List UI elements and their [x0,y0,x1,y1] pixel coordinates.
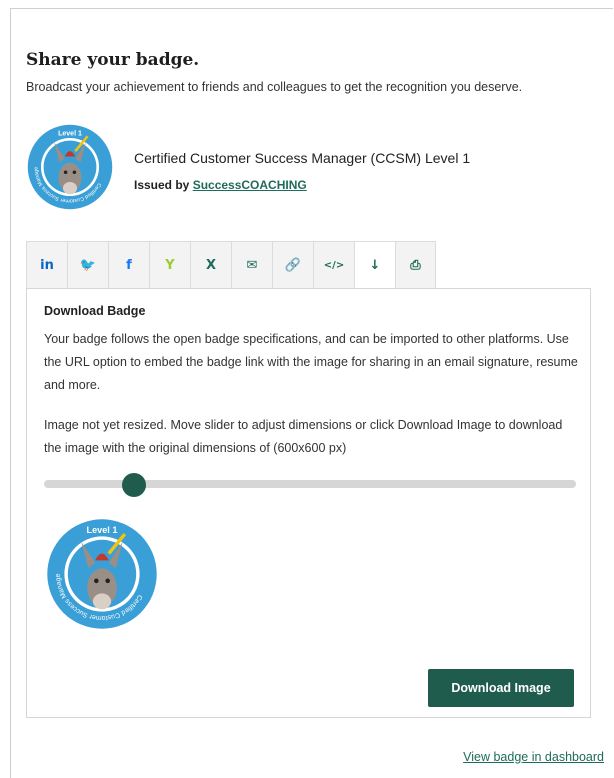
view-dashboard-link[interactable]: View badge in dashboard [463,750,604,764]
tab-link[interactable]: 🔗 [272,241,313,289]
tab-facebook[interactable]: f [108,241,149,289]
badge-issuer-line: Issued by SuccessCOACHING [134,178,307,192]
share-tabs: in 🐦 f Y X ✉ 🔗 </> ↓ ⎙ [26,241,436,289]
download-icon: ↓ [369,257,381,273]
yammer-icon: Y [165,257,175,273]
resize-note: Image not yet resized. Move slider to ad… [44,418,563,455]
tab-email[interactable]: ✉ [231,241,272,289]
email-icon: ✉ [246,257,258,273]
xing-icon: X [205,257,217,273]
size-slider-thumb[interactable] [122,473,147,497]
facebook-icon: f [126,257,132,273]
tab-yammer[interactable]: Y [149,241,190,289]
print-icon: ⎙ [410,257,421,273]
issued-by-label: Issued by [134,178,193,192]
link-icon: 🔗 [284,257,302,273]
download-panel-description: Your badge follows the open badge specif… [44,332,578,392]
download-panel: Download Badge Your badge follows the op… [26,288,591,718]
embed-icon: </> [323,259,345,271]
tab-twitter[interactable]: 🐦 [67,241,108,289]
tab-print[interactable]: ⎙ [395,241,436,289]
badge-preview-level-text: Level 1 [87,525,118,535]
badge-preview-image: Level 1 Certified Customer Success Manag… [45,517,157,629]
linkedin-icon: in [40,257,54,273]
issuer-link[interactable]: SuccessCOACHING [193,178,307,192]
tab-linkedin[interactable]: in [26,241,67,289]
badge-level-text: Level 1 [58,130,82,137]
page-title: Share your badge. [26,50,200,70]
badge-name: Certified Customer Success Manager (CCSM… [134,150,471,166]
badge-image: Level 1 Certified Customer Success Manag… [26,123,113,210]
download-panel-title: Download Badge [44,304,146,318]
tab-xing[interactable]: X [190,241,231,289]
tab-download[interactable]: ↓ [354,241,395,289]
tab-embed[interactable]: </> [313,241,354,289]
twitter-icon: 🐦 [79,257,97,273]
download-image-button[interactable]: Download Image [428,669,574,707]
page-subtitle: Broadcast your achievement to friends an… [26,80,523,94]
